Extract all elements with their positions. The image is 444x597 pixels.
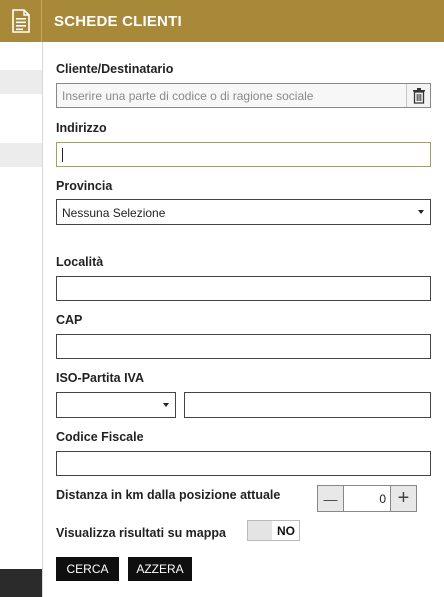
cliente-label: Cliente/Destinatario (56, 62, 174, 76)
minus-button[interactable]: — (318, 486, 344, 511)
provincia-label: Provincia (56, 179, 113, 193)
provincia-select[interactable]: Nessuna Selezione (56, 199, 431, 225)
indirizzo-label: Indirizzo (56, 121, 107, 135)
plus-button[interactable]: + (390, 486, 416, 511)
panel-header: SCHEDE CLIENTI (0, 0, 444, 42)
iso-piva-label: ISO-Partita IVA (56, 371, 144, 385)
chevron-down-icon (163, 403, 169, 407)
toggle-state: NO (277, 524, 295, 538)
cap-input[interactable] (56, 334, 431, 359)
codice-fiscale-input[interactable] (56, 451, 431, 476)
plus-icon: + (397, 487, 410, 509)
document-icon (0, 0, 42, 42)
distanza-value[interactable]: 0 (345, 492, 389, 506)
page-title: SCHEDE CLIENTI (54, 13, 182, 30)
schede-clienti-panel: SCHEDE CLIENTI Cliente/Destinatario Inse… (0, 0, 444, 597)
toggle-knob (248, 521, 272, 540)
text-caret (62, 148, 63, 162)
iso-select[interactable] (56, 392, 176, 418)
partita-iva-input[interactable] (184, 392, 431, 418)
minus-icon: — (323, 490, 338, 507)
cliente-input[interactable]: Inserire una parte di codice o di ragion… (56, 83, 431, 108)
indirizzo-input[interactable] (56, 142, 431, 167)
distanza-label: Distanza in km dalla posizione attuale (56, 488, 281, 502)
provincia-selected: Nessuna Selezione (62, 206, 166, 220)
trash-icon[interactable] (406, 84, 430, 107)
mappa-toggle[interactable]: NO (247, 520, 300, 541)
chevron-down-icon (418, 210, 424, 214)
cap-label: CAP (56, 313, 83, 327)
mappa-label: Visualizza risultati su mappa (56, 526, 226, 540)
reset-button[interactable]: AZZERA (128, 557, 192, 581)
codice-fiscale-label: Codice Fiscale (56, 430, 144, 444)
localita-label: Località (56, 255, 104, 269)
search-form: Cliente/Destinatario Inserire una parte … (42, 42, 444, 597)
search-button[interactable]: CERCA (56, 557, 119, 581)
cliente-placeholder: Inserire una parte di codice o di ragion… (62, 89, 314, 103)
distanza-stepper: — 0 + (317, 485, 417, 512)
localita-input[interactable] (56, 276, 431, 301)
